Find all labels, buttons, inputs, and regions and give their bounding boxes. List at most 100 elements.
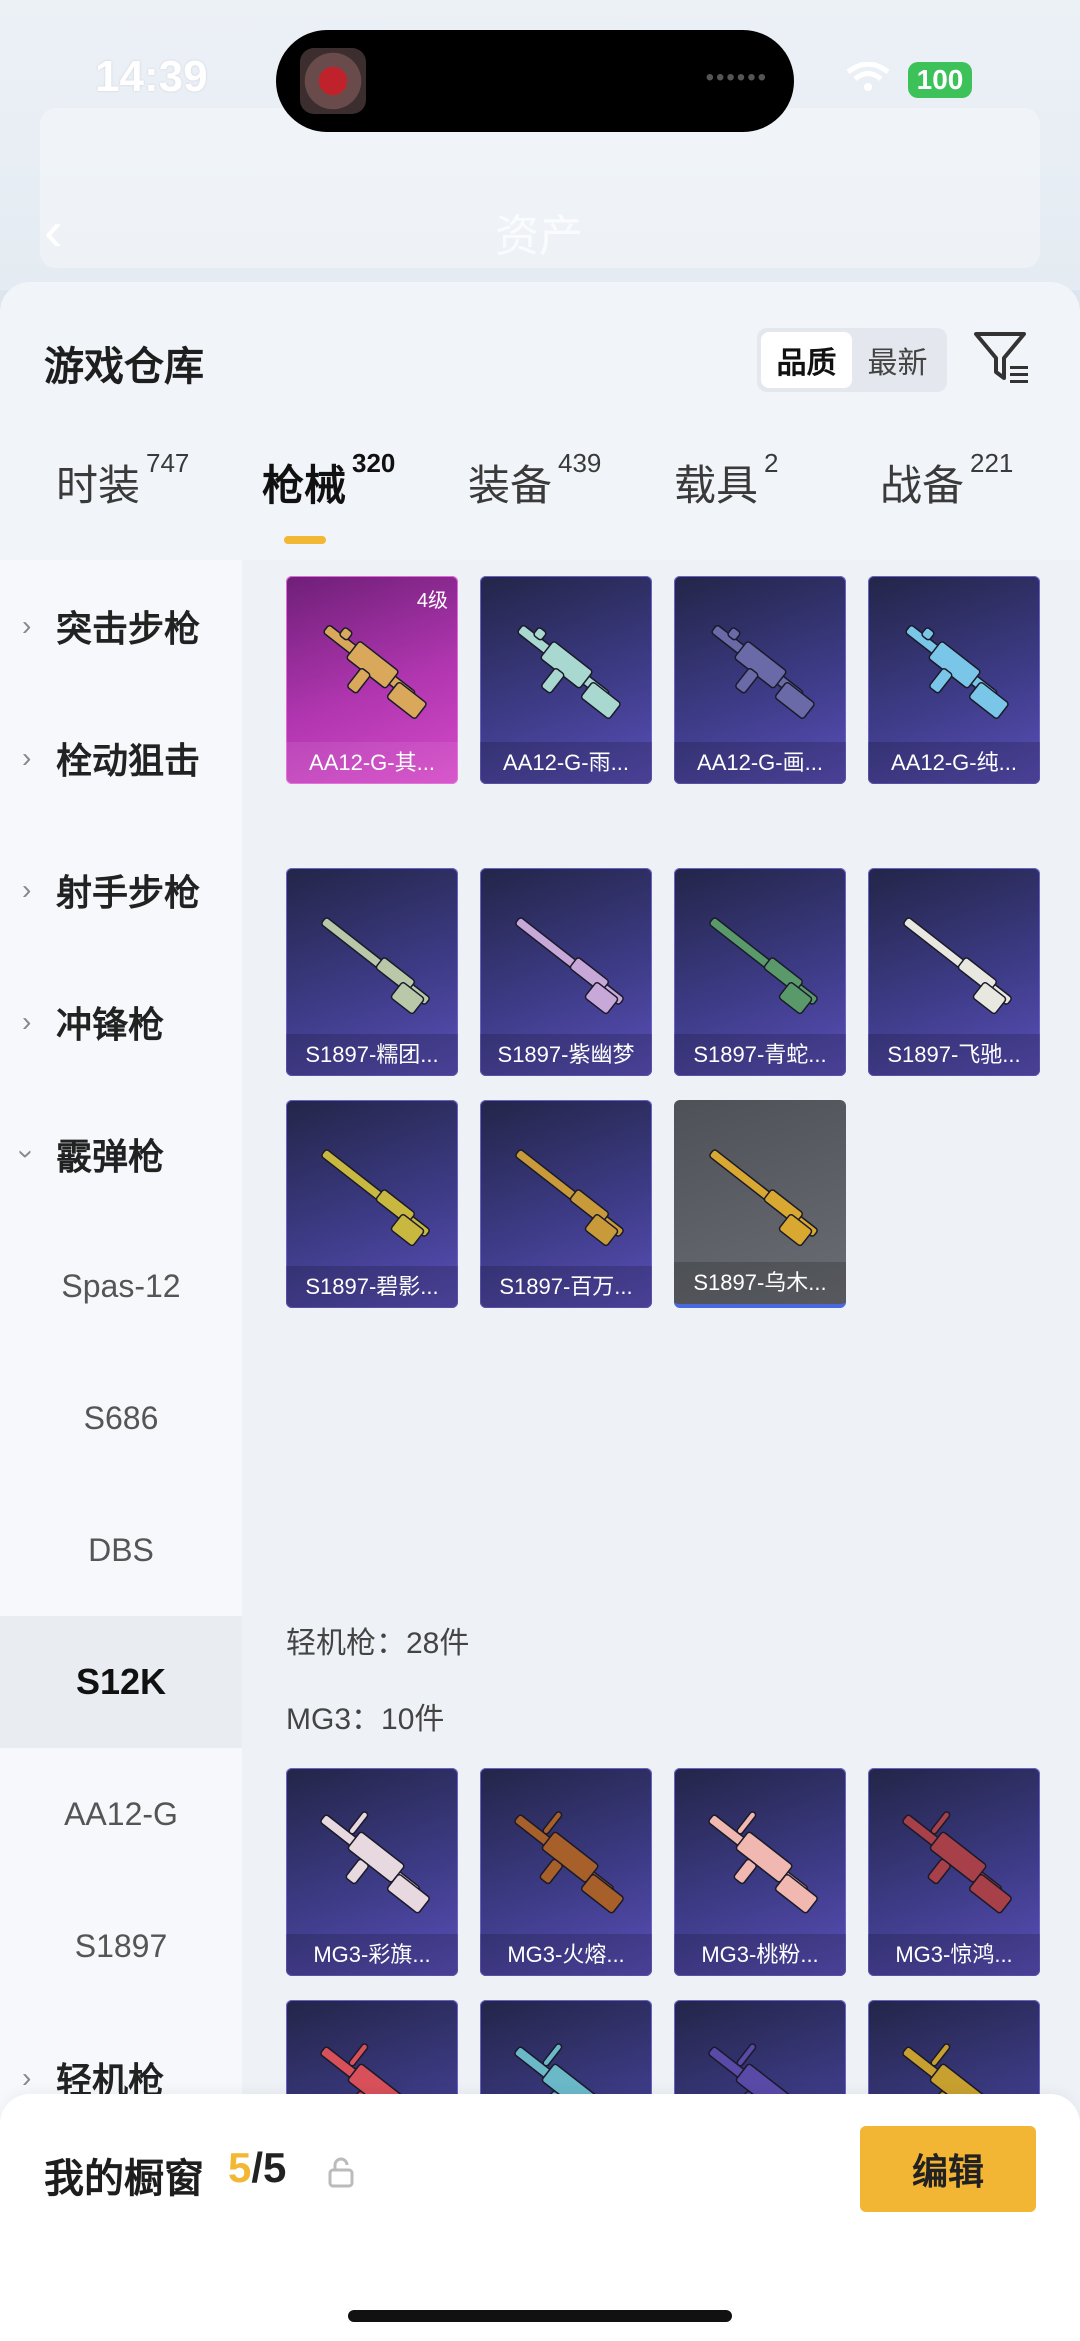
weapon-image bbox=[902, 1811, 1012, 1914]
item-name: MG3-彩旗... bbox=[286, 1934, 458, 1976]
wifi-icon bbox=[846, 62, 890, 91]
showcase-title: 我的橱窗 bbox=[44, 2157, 204, 2201]
sidebar-item-smg[interactable]: › 冲锋枪 bbox=[0, 956, 242, 1088]
item-name: S1897-青蛇... bbox=[674, 1034, 846, 1076]
weapon-image bbox=[321, 917, 430, 1015]
item-name: MG3-桃粉... bbox=[674, 1934, 846, 1976]
tab-count: 320 bbox=[352, 448, 396, 478]
weapon-card[interactable]: AA12-G-纯... bbox=[868, 576, 1040, 784]
weapon-image bbox=[320, 1811, 430, 1914]
sidebar-item-label: 突击步枪 bbox=[56, 608, 201, 649]
tab-label: 枪械 bbox=[262, 462, 347, 509]
filter-icon[interactable] bbox=[972, 328, 1032, 388]
sidebar-item-dbs[interactable]: DBS bbox=[0, 1484, 242, 1616]
sidebar-item-bolt-sniper[interactable]: › 栓动狙击 bbox=[0, 692, 242, 824]
tab-count: 439 bbox=[558, 448, 602, 478]
item-name: S1897-飞驰... bbox=[868, 1034, 1040, 1076]
weapon-card[interactable]: AA12-G-雨... bbox=[480, 576, 652, 784]
weapon-card[interactable]: AA12-G-画... bbox=[674, 576, 846, 784]
tab-vehicles[interactable]: 载具 2 bbox=[674, 448, 778, 513]
showcase-bar: 我的橱窗 5/5 编辑 bbox=[0, 2094, 1080, 2341]
chevron-right-icon: › bbox=[22, 2062, 32, 2093]
battery-indicator: 100 bbox=[908, 62, 972, 98]
chevron-right-icon: › bbox=[22, 1006, 32, 1037]
item-name: AA12-G-画... bbox=[674, 742, 846, 784]
weapon-category-sidebar: › 突击步枪 › 栓动狙击 › 射手步枪 › 冲锋枪 › 霰弹枪 Spas-12 S686… bbox=[0, 560, 242, 2120]
item-name: MG3-火熔... bbox=[480, 1934, 652, 1976]
weapon-card[interactable]: S1897-乌木... bbox=[674, 1100, 846, 1308]
weapon-card[interactable]: S1897-糯团... bbox=[286, 868, 458, 1076]
weapon-card[interactable]: S1897-青蛇... bbox=[674, 868, 846, 1076]
chevron-right-icon: › bbox=[22, 610, 32, 641]
item-name: S1897-乌木... bbox=[674, 1262, 846, 1304]
weapon-card[interactable]: S1897-飞驰... bbox=[868, 868, 1040, 1076]
tab-fashion[interactable]: 时装 747 bbox=[56, 448, 189, 513]
tab-count: 221 bbox=[970, 448, 1014, 478]
chevron-right-icon: › bbox=[22, 874, 32, 905]
tab-firearms[interactable]: 枪械 320 bbox=[262, 448, 395, 513]
sidebar-item-label: 冲锋枪 bbox=[56, 1004, 165, 1045]
weapon-image bbox=[709, 917, 818, 1015]
dynamic-island: •••••• bbox=[276, 30, 794, 132]
weapon-image bbox=[709, 1149, 818, 1247]
showcase-current: 5 bbox=[228, 2144, 252, 2191]
tab-count: 747 bbox=[146, 448, 190, 478]
weapon-card[interactable]: MG3-彩旗... bbox=[286, 1768, 458, 1976]
sidebar-item-s1897[interactable]: S1897 bbox=[0, 1880, 242, 2012]
sidebar-item-s686[interactable]: S686 bbox=[0, 1352, 242, 1484]
weapon-image bbox=[515, 1149, 624, 1247]
category-tabs: 时装 747 枪械 320 装备 439 载具 2 战备 221 bbox=[0, 448, 1080, 552]
chevron-down-icon: › bbox=[11, 1149, 43, 1159]
sort-newest-button[interactable]: 最新 bbox=[852, 332, 943, 388]
weapon-image bbox=[708, 1811, 818, 1914]
item-name: MG3-惊鸿... bbox=[868, 1934, 1040, 1976]
item-grid: S1897：7件 轻机枪：28件 MG3：10件 4级AA12-G-其...AA… bbox=[242, 560, 1080, 2341]
sidebar-item-label: 射手步枪 bbox=[56, 872, 201, 913]
item-name: AA12-G-雨... bbox=[480, 742, 652, 784]
weapon-image bbox=[517, 624, 621, 719]
back-arrow-icon[interactable]: ‹ bbox=[44, 198, 63, 263]
app-heart-icon bbox=[300, 48, 366, 114]
chevron-right-icon: › bbox=[22, 742, 32, 773]
status-time: 14:39 bbox=[95, 52, 208, 101]
weapon-image bbox=[321, 1149, 430, 1247]
tab-count: 2 bbox=[764, 448, 779, 478]
sidebar-item-aa12g[interactable]: AA12-G bbox=[0, 1748, 242, 1880]
tab-equipment[interactable]: 装备 439 bbox=[468, 448, 601, 513]
weapon-card[interactable]: S1897-百万... bbox=[480, 1100, 652, 1308]
tab-label: 载具 bbox=[674, 462, 759, 509]
warehouse-title: 游戏仓库 bbox=[44, 345, 204, 389]
warehouse-sheet: 游戏仓库 品质 最新 时装 747 枪械 320 装备 439 载具 2 战备 221 ›… bbox=[0, 282, 1080, 2341]
tab-label: 装备 bbox=[468, 462, 553, 509]
weapon-image bbox=[711, 624, 815, 719]
weapon-card[interactable]: S1897-碧影... bbox=[286, 1100, 458, 1308]
item-name: AA12-G-其... bbox=[286, 742, 458, 784]
weapon-image bbox=[905, 624, 1009, 719]
item-name: S1897-紫幽梦 bbox=[480, 1034, 652, 1076]
group-label-mg3: MG3：10件 bbox=[286, 1703, 445, 1736]
showcase-count: 5/5 bbox=[228, 2144, 286, 2192]
item-name: S1897-糯团... bbox=[286, 1034, 458, 1076]
weapon-image bbox=[514, 1811, 624, 1914]
tab-label: 时装 bbox=[56, 462, 141, 509]
weapon-card[interactable]: 4级 AA12-G-其... bbox=[286, 576, 458, 784]
sort-quality-button[interactable]: 品质 bbox=[761, 332, 852, 388]
weapon-card[interactable]: S1897-紫幽梦 bbox=[480, 868, 652, 1076]
weapon-card[interactable]: MG3-惊鸿... bbox=[868, 1768, 1040, 1976]
sidebar-item-shotgun[interactable]: › 霰弹枪 bbox=[0, 1088, 242, 1220]
weapon-image bbox=[323, 624, 427, 719]
sidebar-item-marksman-rifle[interactable]: › 射手步枪 bbox=[0, 824, 242, 956]
sidebar-item-assault-rifle[interactable]: › 突击步枪 bbox=[0, 560, 242, 692]
sidebar-item-spas12[interactable]: Spas-12 bbox=[0, 1220, 242, 1352]
item-name: S1897-碧影... bbox=[286, 1266, 458, 1308]
weapon-card[interactable]: MG3-火熔... bbox=[480, 1768, 652, 1976]
island-dots: •••••• bbox=[705, 64, 768, 91]
weapon-card[interactable]: MG3-桃粉... bbox=[674, 1768, 846, 1976]
item-level-badge: 4级 bbox=[416, 590, 448, 612]
tab-label: 战备 bbox=[880, 462, 965, 509]
home-indicator bbox=[348, 2310, 732, 2322]
edit-button[interactable]: 编辑 bbox=[860, 2126, 1036, 2212]
tab-supplies[interactable]: 战备 221 bbox=[880, 448, 1013, 513]
sidebar-item-s12k[interactable]: S12K bbox=[0, 1616, 242, 1748]
weapon-image bbox=[515, 917, 624, 1015]
